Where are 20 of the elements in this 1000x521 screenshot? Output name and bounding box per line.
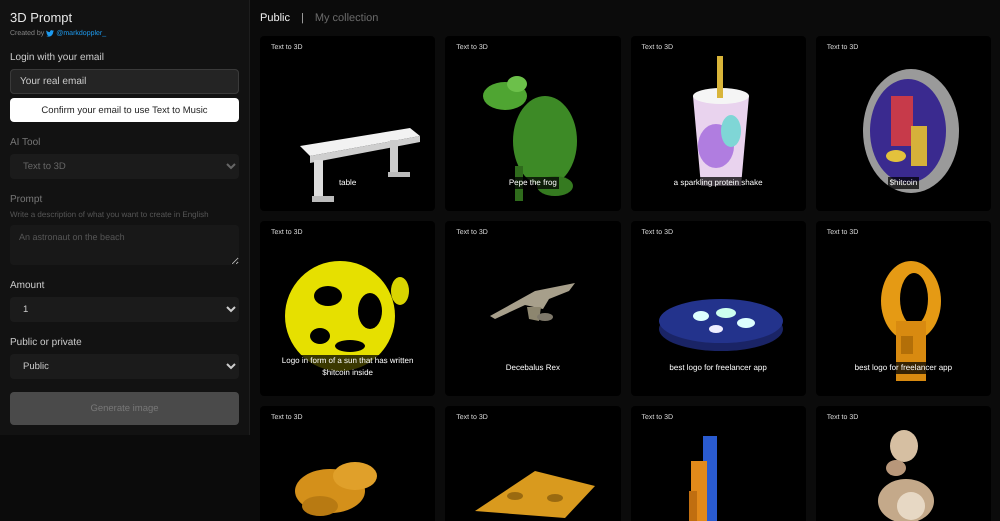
- card-caption: Pepe the frog: [506, 177, 559, 190]
- tab[interactable]: Public: [260, 12, 290, 24]
- tab[interactable]: My collection: [314, 12, 378, 24]
- bird-icon: [46, 30, 54, 37]
- app-title: 3D Prompt: [10, 10, 74, 25]
- email-field[interactable]: Your real email: [10, 69, 239, 94]
- dropdown[interactable]: 1: [10, 297, 239, 322]
- tab-separator: |: [300, 12, 304, 24]
- card-caption: $hitcoin: [888, 177, 920, 190]
- confirm-button[interactable]: Confirm your email to use Text to Music: [10, 98, 239, 122]
- card-caption: best logo for freelancer app: [852, 362, 954, 374]
- field-label: Public or private: [10, 337, 83, 348]
- field-label: Amount: [10, 280, 46, 291]
- dropdown[interactable]: Public: [10, 354, 239, 379]
- field-label: AI Tool: [10, 137, 42, 148]
- field-label: Prompt: [10, 194, 44, 205]
- card-caption: a sparkling protein shake: [672, 177, 765, 190]
- field-hint: Write a description of what you want to create in English: [10, 210, 210, 219]
- login-label: Login with your email: [10, 52, 105, 63]
- card-caption: best logo for freelancer app: [667, 362, 769, 374]
